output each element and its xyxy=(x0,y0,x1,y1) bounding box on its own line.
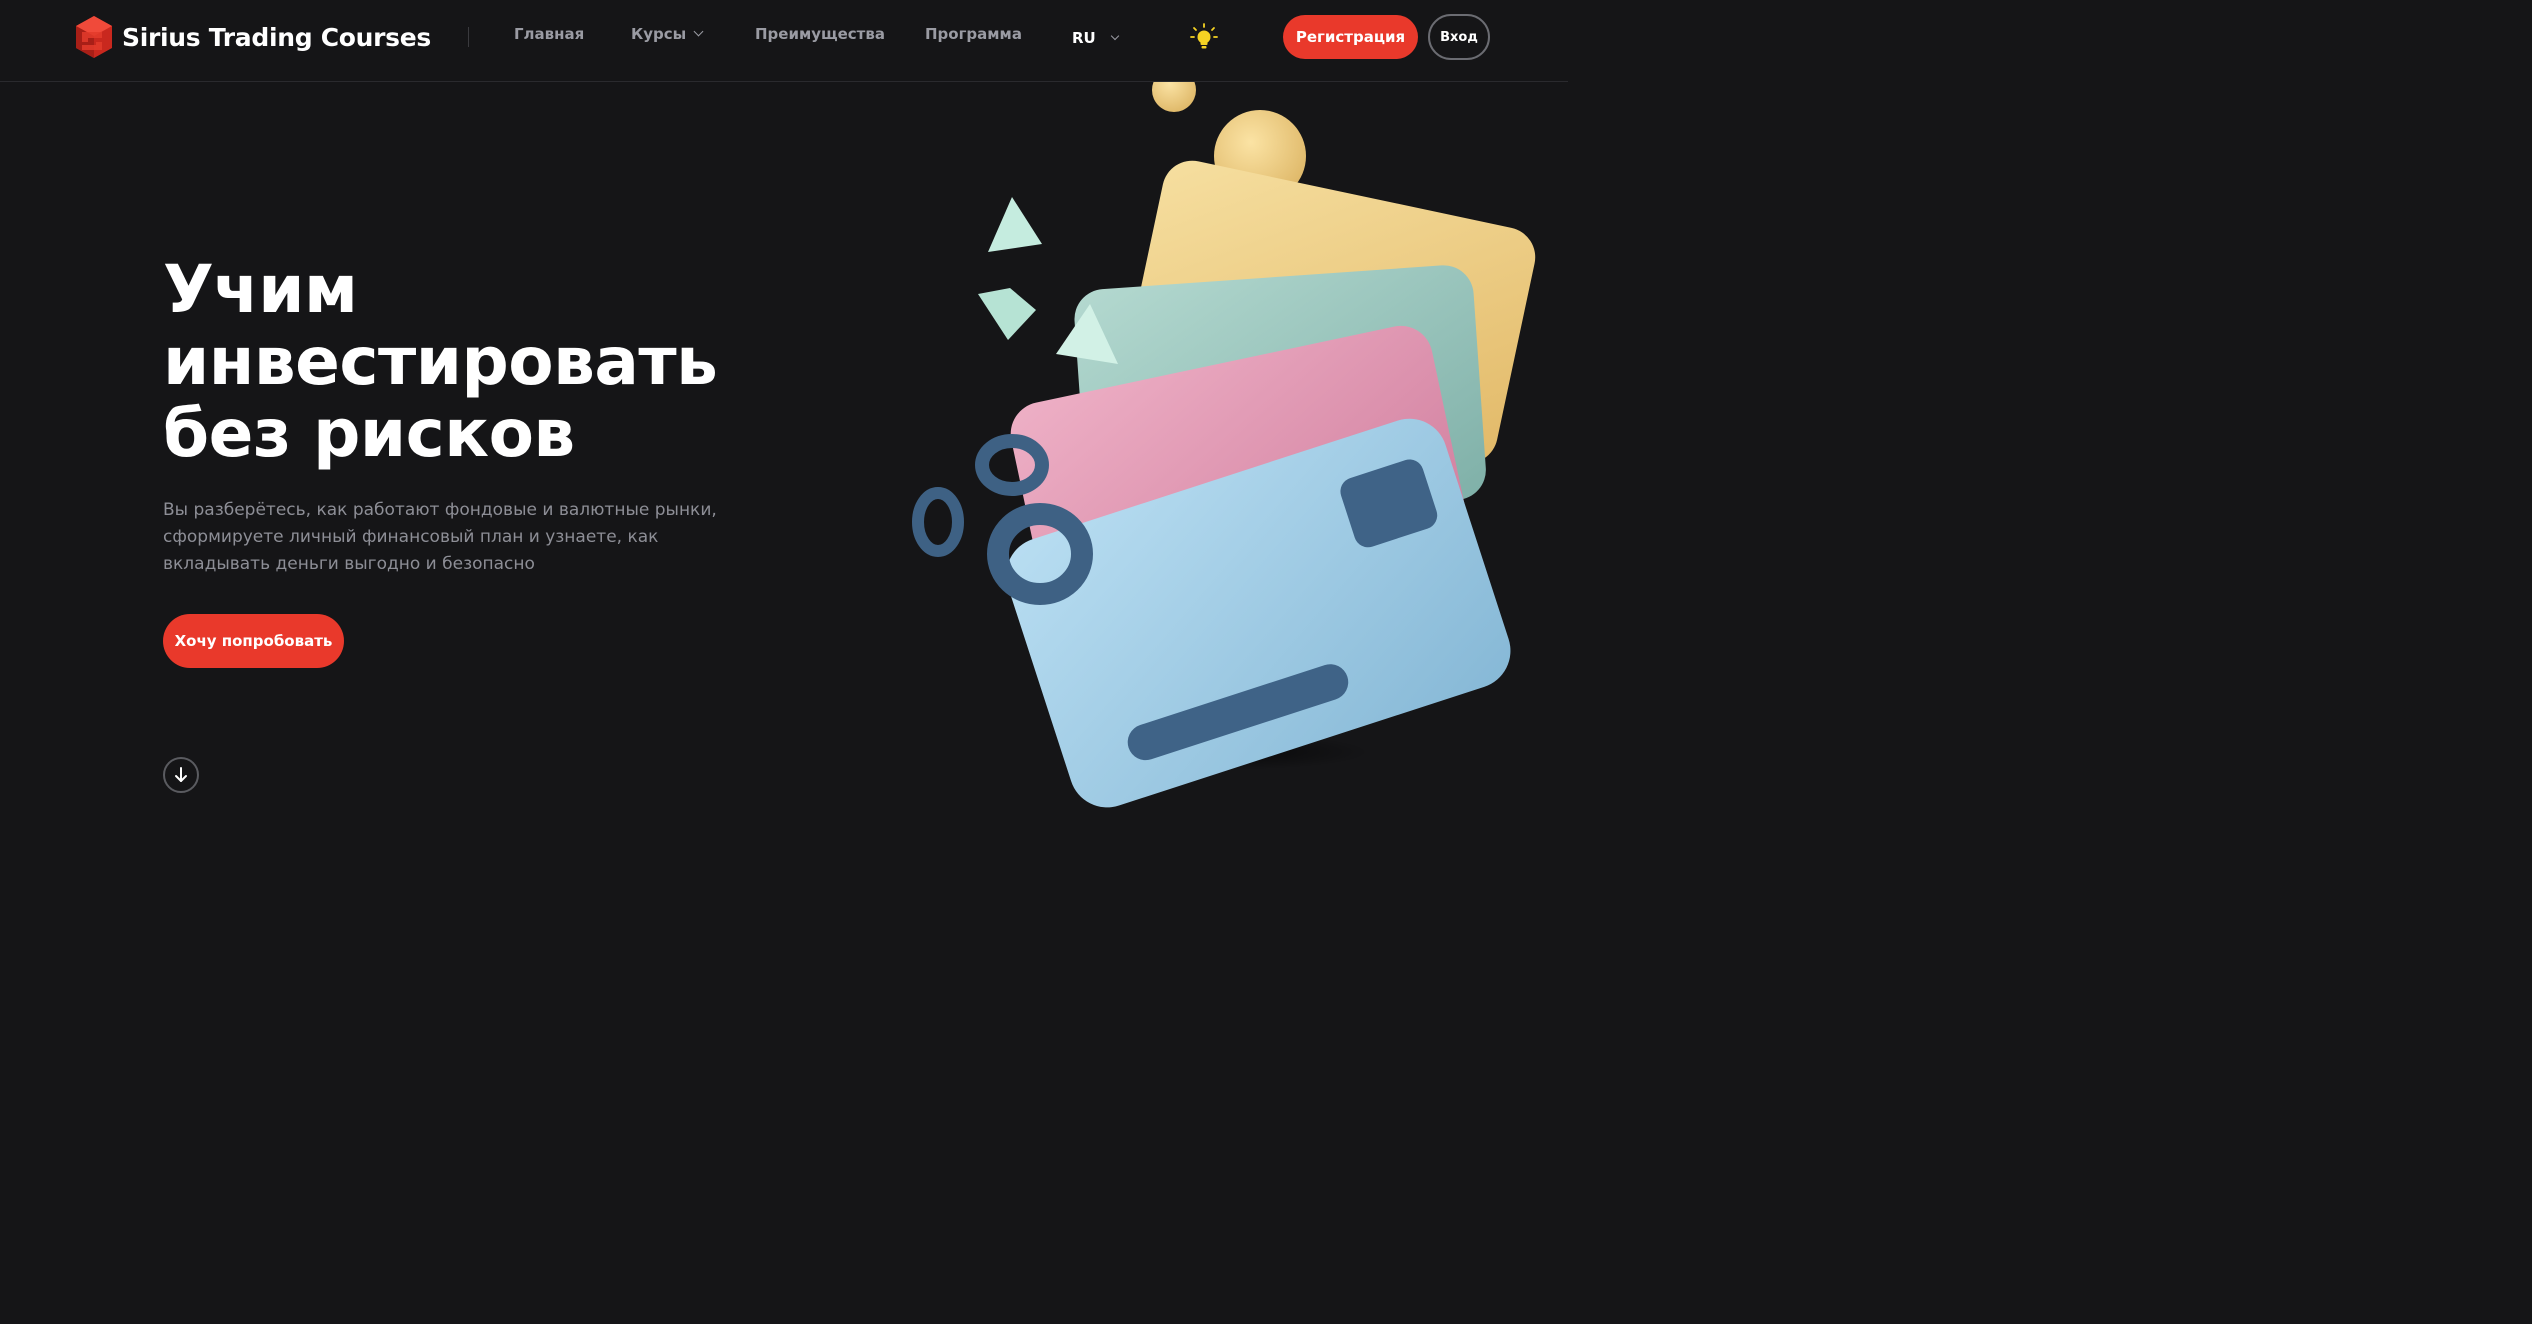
nav-item-home[interactable]: Главная xyxy=(514,25,584,43)
logo-mark-icon xyxy=(76,16,112,58)
language-value: RU xyxy=(1072,29,1096,47)
coin-small xyxy=(1152,82,1196,112)
language-select[interactable]: RU xyxy=(1072,29,1119,47)
arrow-down-icon xyxy=(175,767,187,782)
chevron-down-icon xyxy=(693,26,704,37)
site-header: Sirius Trading Courses Главная Курсы Пре… xyxy=(0,0,1568,82)
nav-item-advantages[interactable]: Преимущества xyxy=(755,25,885,43)
scroll-down-button[interactable] xyxy=(163,757,199,793)
chevron-down-icon xyxy=(1110,31,1119,41)
diamond-shape xyxy=(978,288,1036,340)
hero-description: Вы разберётесь, как работают фондовые и … xyxy=(163,500,717,574)
try-button[interactable]: Хочу попробовать xyxy=(163,614,344,668)
hero-title: Учим инвестировать без рисков xyxy=(163,251,718,472)
hero-title-line: Учим xyxy=(163,251,358,328)
lightbulb-icon[interactable] xyxy=(1188,22,1220,54)
brand-logo[interactable]: Sirius Trading Courses xyxy=(72,14,431,60)
hero-illustration xyxy=(912,82,1536,808)
header-divider xyxy=(468,27,469,47)
nav-item-courses-label: Курсы xyxy=(631,25,687,43)
brand-name: Sirius Trading Courses xyxy=(122,22,431,52)
triangle-shape xyxy=(988,197,1042,252)
ring-shape xyxy=(912,487,964,557)
hero-title-line: без рисков xyxy=(163,395,575,472)
login-button[interactable]: Вход xyxy=(1428,14,1490,60)
hero-title-line: инвестировать xyxy=(163,323,718,400)
register-button[interactable]: Регистрация xyxy=(1283,15,1418,59)
nav-item-program[interactable]: Программа xyxy=(925,25,1022,43)
nav-item-courses[interactable]: Курсы xyxy=(631,25,704,43)
